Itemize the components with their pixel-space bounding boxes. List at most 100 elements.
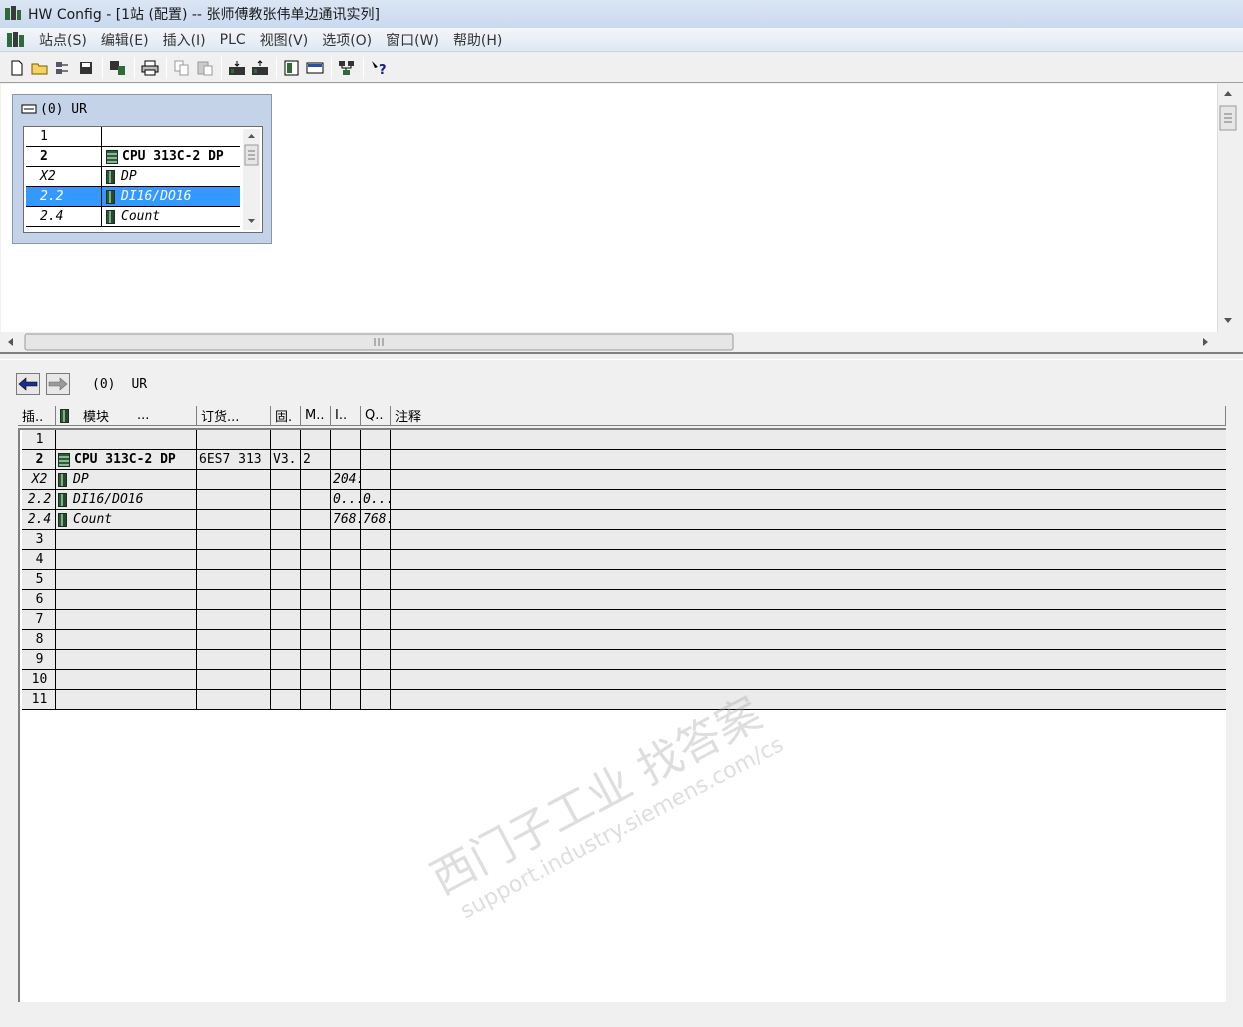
download-icon[interactable] — [226, 57, 248, 79]
firmware-cell[interactable] — [271, 590, 301, 609]
order-number-cell[interactable] — [197, 430, 271, 449]
q-address-cell[interactable] — [361, 630, 391, 649]
mpi-address-cell[interactable] — [301, 550, 331, 569]
i-address-cell[interactable] — [331, 530, 361, 549]
mpi-address-cell[interactable] — [301, 490, 331, 509]
order-number-cell[interactable] — [197, 550, 271, 569]
module-cell[interactable]: DP — [56, 470, 197, 489]
menu-options[interactable]: 选项(O) — [315, 30, 379, 50]
network-icon[interactable] — [52, 57, 74, 79]
rack-ur[interactable]: (0) UR 1 2 CPU 313C-2 DP X2 DP 2.2 DI16/… — [12, 94, 272, 244]
table-row[interactable]: 3 — [22, 530, 1226, 550]
mpi-address-cell[interactable] — [301, 650, 331, 669]
comment-cell[interactable] — [391, 470, 1226, 489]
firmware-cell[interactable] — [271, 490, 301, 509]
mpi-address-cell[interactable] — [301, 470, 331, 489]
rack-row[interactable]: X2 DP — [26, 167, 240, 187]
mpi-address-cell[interactable] — [301, 610, 331, 629]
i-address-cell[interactable] — [331, 430, 361, 449]
mpi-address-cell[interactable] — [301, 570, 331, 589]
module-cell[interactable]: Count — [56, 510, 197, 529]
menu-help[interactable]: 帮助(H) — [446, 30, 509, 50]
table-row[interactable]: 6 — [22, 590, 1226, 610]
slot-cell[interactable]: X2 — [22, 470, 56, 489]
rack-row[interactable]: 2.4 Count — [26, 207, 240, 227]
q-address-cell[interactable] — [361, 570, 391, 589]
slot-cell[interactable]: 11 — [22, 690, 56, 709]
mpi-address-cell[interactable] — [301, 530, 331, 549]
comment-cell[interactable] — [391, 450, 1226, 469]
order-number-cell[interactable] — [197, 670, 271, 689]
table-row[interactable]: 5 — [22, 570, 1226, 590]
module-cell[interactable] — [56, 610, 197, 629]
firmware-cell[interactable]: V3. — [271, 450, 301, 469]
mpi-address-cell[interactable] — [301, 430, 331, 449]
rack-slot-table[interactable]: 1 2 CPU 313C-2 DP X2 DP 2.2 DI16/DO16 2.… — [23, 126, 263, 233]
firmware-cell[interactable] — [271, 510, 301, 529]
header-slot[interactable]: 插.. — [18, 406, 56, 425]
header-order-number[interactable]: 订货... — [197, 406, 271, 425]
order-number-cell[interactable] — [197, 630, 271, 649]
copy-icon[interactable] — [171, 57, 193, 79]
comment-cell[interactable] — [391, 650, 1226, 669]
q-address-cell[interactable]: 768. — [361, 510, 391, 529]
i-address-cell[interactable]: 768. — [331, 510, 361, 529]
q-address-cell[interactable] — [361, 550, 391, 569]
module-cell[interactable] — [56, 430, 197, 449]
slot-cell[interactable]: 3 — [22, 530, 56, 549]
q-address-cell[interactable] — [361, 610, 391, 629]
detail-table[interactable]: 12CPU 313C-2 DP6ES7 313V3.2X2DP204:2.2DI… — [18, 428, 1226, 1002]
i-address-cell[interactable] — [331, 450, 361, 469]
comment-cell[interactable] — [391, 430, 1226, 449]
order-number-cell[interactable] — [197, 570, 271, 589]
slot-cell[interactable]: 6 — [22, 590, 56, 609]
comment-cell[interactable] — [391, 490, 1226, 509]
q-address-cell[interactable]: 0... — [361, 490, 391, 509]
slot-cell[interactable]: 8 — [22, 630, 56, 649]
rack-row[interactable]: 2 CPU 313C-2 DP — [26, 147, 240, 167]
comment-cell[interactable] — [391, 670, 1226, 689]
rack-scrollbar[interactable] — [243, 129, 260, 230]
module-cell[interactable] — [56, 530, 197, 549]
i-address-cell[interactable] — [331, 590, 361, 609]
save-icon[interactable] — [75, 57, 97, 79]
mpi-address-cell[interactable] — [301, 630, 331, 649]
paste-icon[interactable] — [194, 57, 216, 79]
table-row[interactable]: 8 — [22, 630, 1226, 650]
slot-cell[interactable]: 1 — [22, 430, 56, 449]
slot-cell[interactable]: 5 — [22, 570, 56, 589]
module-cell[interactable] — [56, 570, 197, 589]
module-cell[interactable]: CPU 313C-2 DP — [56, 450, 197, 469]
order-number-cell[interactable] — [197, 610, 271, 629]
module-cell[interactable] — [56, 670, 197, 689]
header-mpi-address[interactable]: M.. — [301, 406, 331, 425]
header-firmware[interactable]: 固. — [271, 406, 301, 425]
q-address-cell[interactable] — [361, 690, 391, 709]
slot-cell[interactable]: 2.4 — [22, 510, 56, 529]
module-cell[interactable] — [56, 690, 197, 709]
i-address-cell[interactable] — [331, 630, 361, 649]
order-number-cell[interactable] — [197, 510, 271, 529]
i-address-cell[interactable] — [331, 670, 361, 689]
upper-horizontal-scrollbar[interactable] — [1, 332, 1217, 352]
back-button[interactable] — [16, 373, 40, 395]
slot-cell[interactable]: 7 — [22, 610, 56, 629]
firmware-cell[interactable] — [271, 430, 301, 449]
order-number-cell[interactable] — [197, 530, 271, 549]
table-row[interactable]: 10 — [22, 670, 1226, 690]
q-address-cell[interactable] — [361, 450, 391, 469]
i-address-cell[interactable]: 0... — [331, 490, 361, 509]
mpi-address-cell[interactable] — [301, 670, 331, 689]
firmware-cell[interactable] — [271, 670, 301, 689]
order-number-cell[interactable]: 6ES7 313 — [197, 450, 271, 469]
upload-icon[interactable] — [249, 57, 271, 79]
comment-cell[interactable] — [391, 690, 1226, 709]
menu-station[interactable]: 站点(S) — [32, 30, 94, 50]
firmware-cell[interactable] — [271, 690, 301, 709]
comment-cell[interactable] — [391, 630, 1226, 649]
module-cell[interactable] — [56, 650, 197, 669]
slot-cell[interactable]: 4 — [22, 550, 56, 569]
i-address-cell[interactable] — [331, 690, 361, 709]
mpi-address-cell[interactable]: 2 — [301, 450, 331, 469]
mpi-address-cell[interactable] — [301, 590, 331, 609]
